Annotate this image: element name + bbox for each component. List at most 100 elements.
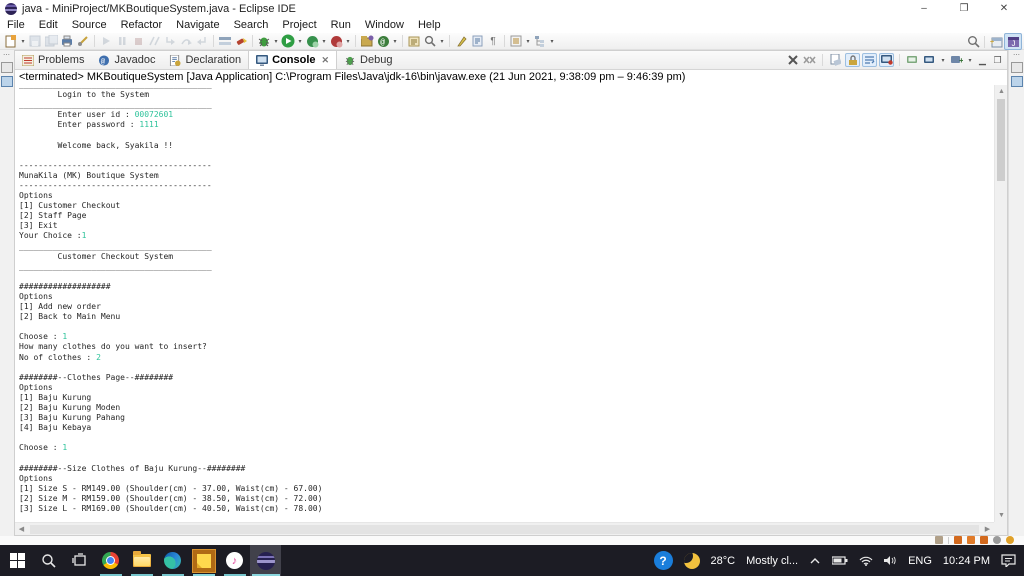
menu-project[interactable]: Project — [275, 19, 323, 31]
close-button[interactable]: ✕ — [984, 0, 1024, 17]
volume-icon[interactable] — [884, 555, 897, 566]
restore-views-icon[interactable] — [1011, 62, 1023, 73]
restore-button[interactable]: ❐ — [944, 0, 984, 17]
task-view-button[interactable] — [64, 545, 95, 576]
taskbar-search-button[interactable] — [33, 545, 64, 576]
language-indicator[interactable]: ENG — [908, 555, 932, 567]
resume-icon[interactable] — [98, 34, 114, 49]
quick-search-icon[interactable] — [965, 34, 981, 49]
file-explorer-taskbar-button[interactable] — [126, 545, 157, 576]
console-output[interactable]: ________________________________________… — [15, 85, 994, 522]
profile-dropdown[interactable]: ▾ — [344, 38, 352, 45]
suspend-icon[interactable] — [114, 34, 130, 49]
open-type-dropdown[interactable]: ▾ — [391, 38, 399, 45]
open-console-dropdown[interactable]: ▾ — [966, 57, 974, 64]
clock[interactable]: 10:24 PM — [943, 555, 990, 567]
new-wizard-dropdown[interactable]: ▾ — [19, 38, 27, 45]
step-return-icon[interactable] — [194, 34, 210, 49]
menu-help[interactable]: Help — [411, 19, 448, 31]
run-dropdown[interactable]: ▾ — [296, 38, 304, 45]
minimized-editor-icon[interactable] — [1011, 76, 1023, 87]
coverage-dropdown[interactable]: ▾ — [320, 38, 328, 45]
menu-edit[interactable]: Edit — [32, 19, 65, 31]
horizontal-scrollbar[interactable]: ◀ ▶ — [15, 522, 994, 535]
debug-dropdown[interactable]: ▾ — [272, 38, 280, 45]
save-icon[interactable] — [27, 34, 43, 49]
scroll-right-arrow[interactable]: ▶ — [981, 523, 994, 536]
settings-status-icon[interactable] — [993, 536, 1001, 544]
start-button[interactable] — [2, 545, 33, 576]
annotations-icon[interactable] — [508, 34, 524, 49]
action-center-icon[interactable] — [1001, 554, 1016, 567]
open-task-icon[interactable] — [406, 34, 422, 49]
weather-temperature[interactable]: 28°C — [711, 555, 736, 567]
menu-window[interactable]: Window — [358, 19, 411, 31]
tab-javadoc[interactable]: @ Javadoc — [91, 51, 162, 69]
save-all-icon[interactable] — [43, 34, 59, 49]
tab-console[interactable]: Console ✕ — [248, 51, 337, 69]
show-console-on-output-icon[interactable] — [879, 53, 894, 67]
close-console-tab-icon[interactable]: ✕ — [322, 55, 330, 66]
tutorials-status-icon[interactable] — [967, 536, 975, 544]
pin-console-icon[interactable] — [905, 53, 920, 67]
tab-declaration[interactable]: Declaration — [162, 51, 248, 69]
java-perspective-icon[interactable]: J — [1004, 33, 1022, 50]
scroll-up-arrow[interactable]: ▲ — [995, 85, 1008, 98]
print-icon[interactable] — [59, 34, 75, 49]
menu-navigate[interactable]: Navigate — [169, 19, 226, 31]
tips-status-icon[interactable] — [1006, 536, 1014, 544]
display-console-dropdown[interactable]: ▾ — [939, 57, 947, 64]
open-type-icon[interactable]: @ — [375, 34, 391, 49]
tab-problems[interactable]: Problems — [15, 51, 91, 69]
weather-moon-icon[interactable] — [684, 553, 700, 569]
scroll-lock-icon[interactable] — [845, 53, 860, 67]
menu-run[interactable]: Run — [324, 19, 358, 31]
smartcard-status-icon[interactable] — [935, 536, 943, 544]
docs-status-icon[interactable] — [954, 536, 962, 544]
open-console-icon[interactable]: + — [949, 53, 964, 67]
show-whitespace-icon[interactable]: ¶ — [485, 34, 501, 49]
external-tools-icon[interactable] — [233, 34, 249, 49]
menu-search[interactable]: Search — [227, 19, 276, 31]
disconnect-icon[interactable] — [146, 34, 162, 49]
terminate-launch-icon[interactable] — [785, 53, 800, 67]
tab-debug[interactable]: Debug — [337, 51, 399, 69]
chrome-taskbar-button[interactable] — [95, 545, 126, 576]
clear-console-icon[interactable] — [828, 53, 843, 67]
debug-icon[interactable] — [256, 34, 272, 49]
hierarchy-icon[interactable] — [532, 34, 548, 49]
step-over-icon[interactable] — [178, 34, 194, 49]
run-icon[interactable] — [280, 34, 296, 49]
restore-view-icon[interactable] — [1, 62, 13, 73]
show-console-icon[interactable] — [217, 34, 233, 49]
profile-icon[interactable] — [328, 34, 344, 49]
minimized-view-icon[interactable] — [1, 76, 13, 87]
menu-file[interactable]: File — [0, 19, 32, 31]
horizontal-scroll-thumb[interactable] — [30, 525, 979, 534]
search-dropdown[interactable]: ▾ — [438, 38, 446, 45]
coverage-icon[interactable] — [304, 34, 320, 49]
sticky-notes-taskbar-button[interactable] — [188, 545, 219, 576]
new-java-project-icon[interactable] — [359, 34, 375, 49]
open-perspective-icon[interactable]: + — [988, 34, 1004, 49]
minimize-view-icon[interactable]: ▁ — [976, 55, 989, 66]
vertical-scroll-thumb[interactable] — [997, 99, 1005, 181]
menu-refactor[interactable]: Refactor — [114, 19, 170, 31]
annotations-dropdown[interactable]: ▾ — [524, 38, 532, 45]
wifi-icon[interactable] — [859, 556, 873, 566]
itunes-taskbar-button[interactable]: ♪ — [219, 545, 250, 576]
new-wizard-icon[interactable] — [3, 34, 19, 49]
minimize-button[interactable]: – — [904, 0, 944, 17]
weather-description[interactable]: Mostly cl... — [746, 555, 798, 567]
edge-taskbar-button[interactable] — [157, 545, 188, 576]
search-toolbar-icon[interactable] — [422, 34, 438, 49]
step-into-icon[interactable] — [162, 34, 178, 49]
scroll-left-arrow[interactable]: ◀ — [15, 523, 28, 536]
help-bubble-icon[interactable]: ? — [654, 551, 673, 570]
hierarchy-dropdown[interactable]: ▾ — [548, 38, 556, 45]
mark-occurrences-icon[interactable] — [453, 34, 469, 49]
battery-icon[interactable] — [832, 556, 848, 565]
chevron-up-icon[interactable] — [809, 557, 821, 565]
display-console-icon[interactable] — [922, 53, 937, 67]
eclipse-taskbar-button[interactable] — [250, 545, 281, 576]
